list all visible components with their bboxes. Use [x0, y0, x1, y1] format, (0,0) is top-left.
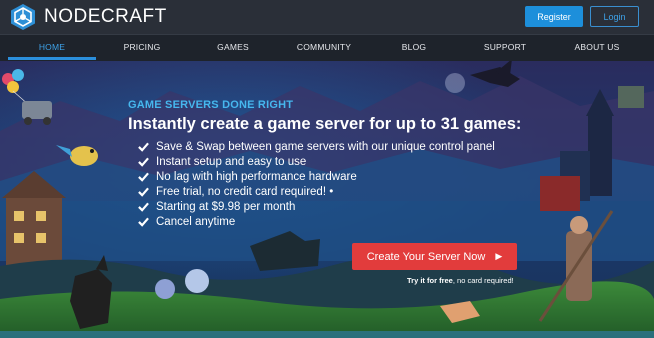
feature-item: Save & Swap between game servers with ou…	[138, 139, 495, 154]
main-nav: HOME PRICING GAMES COMMUNITY BLOG SUPPOR…	[0, 34, 654, 61]
nodecraft-logo-icon	[11, 4, 35, 30]
feature-text: Instant setup and easy to use	[156, 155, 307, 168]
check-icon	[138, 187, 149, 197]
logo[interactable]: NODECRAFT	[10, 3, 167, 31]
feature-item: Starting at $9.98 per month	[138, 199, 495, 214]
feature-text: Cancel anytime	[156, 215, 236, 228]
hero-tagline: GAME SERVERS DONE RIGHT	[128, 99, 294, 111]
nav-item-games[interactable]: GAMES	[190, 35, 276, 62]
hero-headline: Instantly create a game server for up to…	[128, 115, 522, 133]
nav-item-support[interactable]: SUPPORT	[462, 35, 548, 62]
nav-item-pricing[interactable]: PRICING	[100, 35, 184, 62]
check-icon	[138, 217, 149, 227]
brand-name: NODECRAFT	[44, 6, 167, 27]
login-button[interactable]: Login	[590, 6, 639, 27]
check-icon	[138, 157, 149, 167]
free-trial-note: Try it for free, no card required!	[407, 276, 514, 285]
feature-item: Cancel anytime	[138, 214, 495, 229]
feature-text: Save & Swap between game servers with ou…	[156, 140, 495, 153]
feature-text: No lag with high performance hardware	[156, 170, 357, 183]
check-icon	[138, 142, 149, 152]
create-server-label: Create Your Server Now	[366, 250, 486, 263]
free-trial-rest: , no card required!	[452, 276, 514, 285]
nav-item-community[interactable]: COMMUNITY	[282, 35, 366, 62]
nav-item-about-us[interactable]: ABOUT US	[552, 35, 642, 62]
top-bar: NODECRAFT Register Login	[0, 0, 654, 34]
feature-item: No lag with high performance hardware	[138, 169, 495, 184]
nav-item-blog[interactable]: BLOG	[372, 35, 456, 62]
create-server-button[interactable]: Create Your Server Now ▶	[352, 243, 517, 270]
register-button[interactable]: Register	[525, 6, 583, 27]
check-icon	[138, 172, 149, 182]
feature-text: Free trial, no credit card required! •	[156, 185, 334, 198]
active-nav-indicator	[8, 57, 96, 60]
free-trial-emphasis: Try it for free	[407, 276, 453, 285]
feature-item: Free trial, no credit card required! •	[138, 184, 495, 199]
play-arrow-icon: ▶	[495, 251, 503, 261]
feature-list: Save & Swap between game servers with ou…	[138, 139, 495, 229]
feature-text: Starting at $9.98 per month	[156, 200, 296, 213]
check-icon	[138, 202, 149, 212]
feature-item: Instant setup and easy to use	[138, 154, 495, 169]
